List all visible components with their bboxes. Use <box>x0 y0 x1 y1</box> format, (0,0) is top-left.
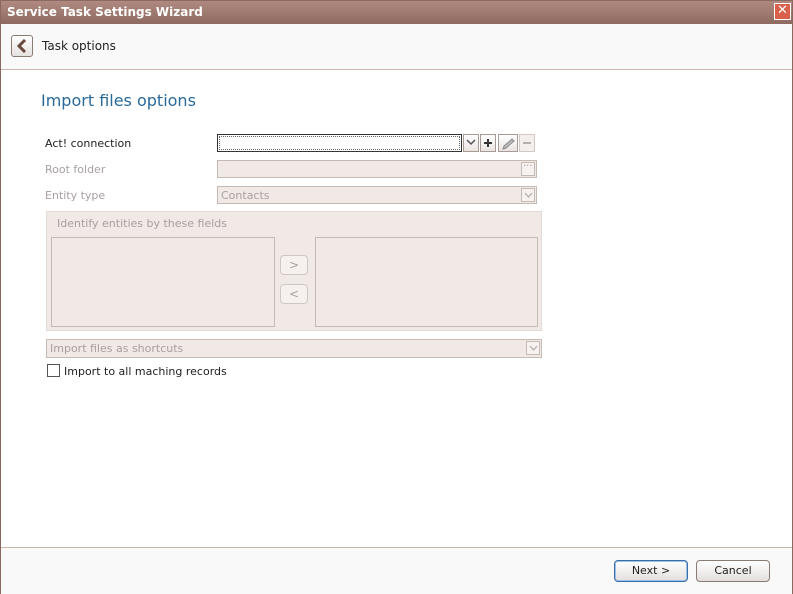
selected-fields-list[interactable] <box>315 237 538 327</box>
import-all-label: Import to all maching records <box>64 365 227 378</box>
chevron-down-icon <box>529 345 538 351</box>
next-button[interactable]: Next > <box>614 560 688 582</box>
import-mode-select[interactable]: Import files as shortcuts <box>46 339 542 358</box>
plus-icon <box>484 139 492 147</box>
ellipsis-icon: ··· <box>523 161 533 172</box>
section-title: Import files options <box>41 91 196 110</box>
browse-folder-button[interactable]: ··· <box>521 161 535 176</box>
entity-type-value: Contacts <box>221 189 270 202</box>
move-left-button[interactable]: < <box>280 284 308 304</box>
add-connection-button[interactable] <box>480 134 496 152</box>
edit-connection-button[interactable] <box>498 134 518 152</box>
import-mode-dropdown-button[interactable] <box>526 341 540 355</box>
entity-type-select[interactable]: Contacts <box>217 186 537 204</box>
import-mode-value: Import files as shortcuts <box>50 342 184 355</box>
import-all-checkbox[interactable] <box>47 364 60 377</box>
close-button[interactable]: ✕ <box>774 3 791 20</box>
back-button[interactable] <box>11 35 33 57</box>
available-fields-list[interactable] <box>51 237 275 327</box>
chevron-down-icon <box>466 139 476 146</box>
wizard-footer: Next > Cancel <box>1 547 792 594</box>
wizard-header: Task options <box>1 24 792 70</box>
minus-icon <box>523 142 531 144</box>
remove-connection-button[interactable] <box>519 134 535 152</box>
connection-label: Act! connection <box>45 137 132 150</box>
move-right-button[interactable]: > <box>280 255 308 275</box>
title-bar: Service Task Settings Wizard ✕ <box>1 1 792 24</box>
entity-type-label: Entity type <box>45 189 106 202</box>
root-folder-input[interactable]: ··· <box>217 160 537 178</box>
window-title: Service Task Settings Wizard <box>7 5 203 19</box>
pencil-icon <box>502 138 515 150</box>
identify-group-title: Identify entities by these fields <box>57 217 227 230</box>
identify-fields-group: Identify entities by these fields > < <box>46 211 542 331</box>
connection-select[interactable] <box>217 134 462 152</box>
wizard-window: Service Task Settings Wizard ✕ Task opti… <box>0 0 793 594</box>
root-folder-label: Root folder <box>45 163 106 176</box>
connection-dropdown-button[interactable] <box>463 134 479 152</box>
chevron-left-icon <box>17 39 27 53</box>
entity-type-dropdown-button[interactable] <box>521 188 535 202</box>
page-title: Task options <box>42 39 116 53</box>
cancel-button[interactable]: Cancel <box>696 560 770 582</box>
chevron-down-icon <box>524 192 533 198</box>
